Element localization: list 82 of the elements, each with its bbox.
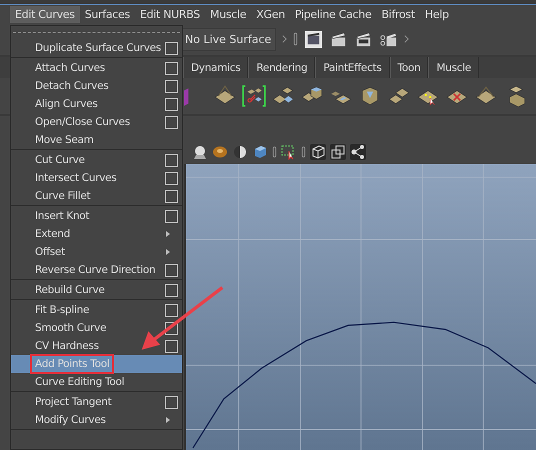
menu-item[interactable]: Intersect Curves	[11, 169, 182, 187]
menu-item[interactable]: Fit B-spline	[11, 301, 182, 319]
option-box-icon[interactable]	[165, 154, 178, 166]
menu-item[interactable]: Reverse Curve Direction	[11, 261, 182, 279]
menu-item[interactable]: CV Hardness	[11, 337, 182, 355]
menu-bar-item[interactable]: Pipeline Cache	[290, 6, 376, 22]
sphere-icon[interactable]	[192, 144, 208, 160]
menu-item-label: Fit B-spline	[34, 303, 90, 317]
menu-item-label: Duplicate Surface Curves	[34, 41, 162, 55]
option-box-icon[interactable]	[165, 340, 178, 352]
menu-item-label: Attach Curves	[34, 61, 106, 75]
menu-item[interactable]: Move Seam	[11, 131, 182, 149]
menu-item[interactable]: Cut Curve	[11, 151, 182, 169]
menu-item-label: Reverse Curve Direction	[34, 263, 156, 277]
submenu-arrow-icon	[166, 231, 170, 237]
node-graph-icon[interactable]	[350, 144, 366, 160]
menu-item[interactable]: Curve Editing Tool	[11, 373, 182, 391]
menu-item-label: Move Seam	[34, 133, 95, 147]
menu-item-label: Add Points Tool	[33, 357, 112, 371]
menu-item-label: Insert Knot	[34, 209, 90, 223]
menu-item-label: Align Curves	[34, 97, 99, 111]
menu-item[interactable]: Smooth Curve	[11, 319, 182, 337]
menu-item-label: Curve Fillet	[34, 189, 92, 203]
option-box-icon[interactable]	[165, 172, 178, 184]
menu-item-label: CV Hardness	[34, 339, 100, 353]
menu-item-label: Offset	[34, 245, 66, 259]
menu-item[interactable]: Open/Close Curves	[11, 113, 182, 131]
option-box-icon[interactable]	[165, 264, 178, 276]
menu-item[interactable]: Extend	[11, 225, 182, 243]
divider-handle-icon[interactable]	[301, 145, 306, 159]
option-box-icon[interactable]	[165, 42, 178, 54]
menu-item-label: Cut Curve	[34, 153, 86, 167]
menu-item-label: Rebuild Curve	[34, 283, 106, 297]
menu-item[interactable]: Rebuild Curve	[11, 281, 182, 299]
menu-bar-item[interactable]: Bifrost	[376, 6, 420, 22]
option-box-icon[interactable]	[165, 62, 178, 74]
overlapping-squares-icon[interactable]	[330, 144, 346, 160]
menu-item[interactable]: Insert Knot	[11, 207, 182, 225]
option-box-icon[interactable]	[165, 116, 178, 128]
clapperboard-icon[interactable]	[329, 30, 348, 48]
option-box-icon[interactable]	[165, 322, 178, 334]
menu-bar-item[interactable]: Surfaces	[80, 6, 135, 22]
option-box-icon[interactable]	[165, 396, 178, 408]
option-box-icon[interactable]	[165, 80, 178, 92]
submenu-arrow-icon	[166, 417, 170, 423]
menu-item[interactable]: Modify Curves	[11, 411, 182, 429]
menu-item-label: Project Tangent	[34, 395, 112, 409]
divider-handle-icon[interactable]	[293, 31, 298, 47]
wireframe-cube-icon[interactable]	[310, 144, 326, 160]
menu-item-label: Smooth Curve	[34, 321, 108, 335]
menu-item-label: Open/Close Curves	[34, 115, 131, 129]
shaded-cube-icon[interactable]	[252, 144, 268, 160]
menu-item-label: Detach Curves	[34, 79, 110, 93]
menu-item-label: Extend	[34, 227, 71, 241]
option-box-icon[interactable]	[165, 190, 178, 202]
menu-item-label: Curve Editing Tool	[34, 375, 126, 389]
menu-item[interactable]: Offset	[11, 243, 182, 261]
menu-bar-item[interactable]: Edit Curves	[10, 6, 80, 22]
menu-bar-item[interactable]: Help	[420, 6, 454, 22]
submenu-arrow-icon	[166, 249, 170, 255]
menu-bar-item[interactable]: Edit NURBS	[134, 6, 205, 22]
option-box-icon[interactable]	[165, 98, 178, 110]
option-box-icon[interactable]	[165, 304, 178, 316]
option-box-icon[interactable]	[165, 210, 178, 222]
ipr-clapperboard-icon[interactable]	[354, 30, 373, 48]
textured-sphere-icon[interactable]	[212, 144, 228, 160]
divider-handle-icon[interactable]	[272, 145, 277, 159]
menu-item[interactable]: Curve Fillet	[11, 187, 182, 205]
menu-item[interactable]: Project Tangent	[11, 393, 182, 411]
menu-item-label: Intersect Curves	[34, 171, 118, 185]
tear-off-line[interactable]	[13, 32, 180, 33]
live-surface-field[interactable]: No Live Surface	[182, 28, 276, 50]
menu-bar-item[interactable]: XGen	[251, 6, 290, 22]
menu-item[interactable]: Align Curves	[11, 95, 182, 113]
menu-item[interactable]: Attach Curves	[11, 59, 182, 77]
menu-item[interactable]: Duplicate Surface Curves	[11, 39, 182, 57]
half-lit-sphere-icon[interactable]	[232, 144, 248, 160]
option-box-icon[interactable]	[165, 284, 178, 296]
menu-item-label: Modify Curves	[34, 413, 107, 427]
render-window-icon[interactable]	[304, 30, 323, 48]
menu-bar-item[interactable]: Muscle	[205, 6, 252, 22]
menu-item[interactable]: Detach Curves	[11, 77, 182, 95]
